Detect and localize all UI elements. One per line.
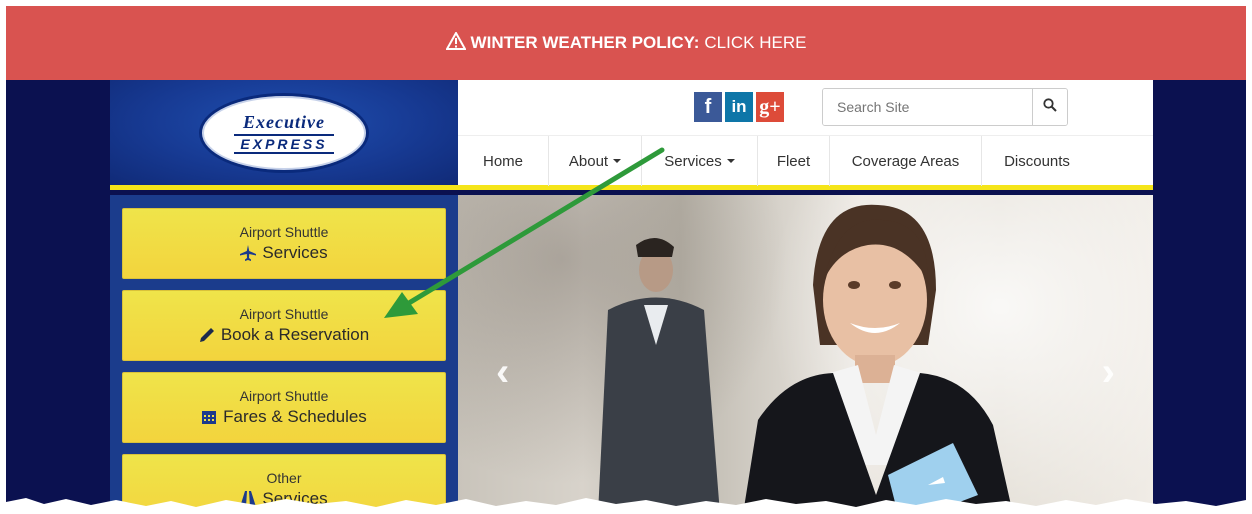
nav-coverage-label: Coverage Areas (851, 152, 960, 170)
nav-home[interactable]: Home (458, 136, 549, 186)
slider-background (458, 195, 1153, 514)
torn-edge-decoration (6, 498, 1246, 514)
nav-fleet[interactable]: Fleet (758, 136, 830, 186)
nav-services[interactable]: Services (642, 136, 758, 186)
page: WINTER WEATHER POLICY: CLICK HERE Execut… (6, 6, 1246, 514)
caret-down-icon (726, 159, 735, 163)
sidebar-button-label: Services (262, 243, 328, 262)
chevron-left-icon[interactable]: ‹ (496, 350, 509, 395)
logo-panel: Executive EXPRESS (110, 80, 458, 190)
caret-down-icon (613, 159, 622, 163)
search-button[interactable] (1032, 89, 1067, 125)
chevron-right-icon[interactable]: › (1102, 350, 1115, 395)
header: f in g+ Home About Services Fleet Covera… (458, 80, 1153, 190)
main-nav: Home About Services Fleet Coverage Areas… (458, 135, 1153, 186)
sidebar-button-airport-services[interactable]: Airport Shuttle Services (122, 208, 446, 279)
airplane-icon (240, 245, 257, 261)
sidebar-button-subtitle: Airport Shuttle (239, 224, 329, 240)
sidebar-button-label: Book a Reservation (220, 325, 370, 344)
search-box (822, 88, 1068, 126)
nav-services-label: Services (664, 152, 722, 170)
facebook-icon[interactable]: f (694, 92, 722, 122)
nav-coverage-areas[interactable]: Coverage Areas (830, 136, 982, 186)
linkedin-icon[interactable]: in (725, 92, 753, 122)
social-links: f in g+ (694, 92, 784, 122)
sidebar-button-book-reservation[interactable]: Airport Shuttle Book a Reservation (122, 290, 446, 361)
alert-link[interactable]: CLICK HERE (704, 33, 806, 53)
site-container: Executive EXPRESS f in g+ Home Abou (110, 80, 1153, 514)
sidebar: Airport Shuttle Services Airport Shuttle… (110, 195, 458, 514)
sidebar-button-fares-schedules[interactable]: Airport Shuttle Fares & Schedules (122, 372, 446, 443)
sidebar-button-subtitle: Other (266, 470, 302, 486)
nav-discounts[interactable]: Discounts (982, 136, 1092, 186)
nav-about[interactable]: About (549, 136, 642, 186)
nav-home-label: Home (482, 152, 523, 170)
search-input[interactable] (823, 89, 1032, 125)
nav-fleet-label: Fleet (776, 152, 811, 170)
alert-title: WINTER WEATHER POLICY: (470, 33, 700, 52)
google-plus-icon[interactable]: g+ (756, 92, 784, 122)
winter-weather-alert-bar[interactable]: WINTER WEATHER POLICY: CLICK HERE (6, 6, 1246, 80)
warning-triangle-icon (444, 30, 467, 55)
sidebar-button-label: Fares & Schedules (223, 407, 367, 426)
calendar-icon (201, 409, 217, 425)
pencil-icon (199, 327, 215, 343)
site-logo[interactable]: Executive EXPRESS (199, 92, 369, 173)
logo-text-top: Executive (243, 111, 325, 132)
logo-text-bottom: EXPRESS (234, 133, 334, 154)
sidebar-button-subtitle: Airport Shuttle (239, 388, 329, 404)
nav-discounts-label: Discounts (1004, 152, 1070, 170)
search-icon (1043, 97, 1057, 117)
hero-slider: ‹ › (458, 195, 1153, 514)
nav-about-label: About (568, 152, 609, 170)
sidebar-button-subtitle: Airport Shuttle (239, 306, 329, 322)
